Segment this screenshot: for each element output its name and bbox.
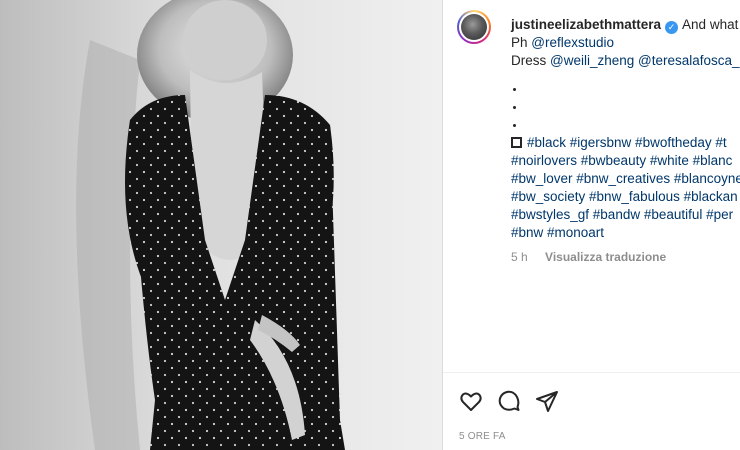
dress-mention-2[interactable]: @teresalafosca_p bbox=[638, 53, 740, 68]
hashtag-line[interactable]: #bwstyles_gf #bandw #beautiful #per bbox=[511, 206, 740, 224]
username-link[interactable]: justineelizabethmattera bbox=[511, 17, 661, 32]
action-bar: 5 ORE FA bbox=[443, 372, 740, 442]
photographer-prefix: Ph bbox=[511, 35, 528, 50]
dress-prefix: Dress bbox=[511, 53, 547, 68]
see-translation-button[interactable]: Visualizza traduzione bbox=[545, 250, 666, 264]
caption-meta: 5 h Visualizza traduzione bbox=[511, 250, 740, 264]
dress-mention-1[interactable]: @weili_zheng bbox=[550, 53, 634, 68]
post-timestamp: 5 ORE FA bbox=[459, 431, 506, 442]
hashtag-line[interactable]: #noirlovers #bwbeauty #white #blanc bbox=[511, 152, 740, 170]
post-photo[interactable] bbox=[0, 0, 442, 450]
post-sidebar: justineelizabethmattera ✓ And what Ph @ref… bbox=[442, 0, 740, 450]
comment-bubble-icon[interactable] bbox=[497, 389, 521, 413]
paper-plane-icon[interactable] bbox=[535, 389, 559, 413]
square-icon bbox=[511, 137, 522, 148]
dot-separator bbox=[511, 116, 740, 134]
time-ago: 5 h bbox=[511, 250, 528, 264]
photo-illustration bbox=[0, 0, 442, 450]
verified-badge-icon: ✓ bbox=[665, 21, 679, 34]
hashtag-line[interactable]: #bw_lover #bnw_creatives #blancoyne bbox=[511, 170, 740, 188]
heart-icon[interactable] bbox=[459, 389, 483, 413]
hashtags[interactable]: #black #igersbnw #bwoftheday #t bbox=[527, 135, 727, 150]
hashtag-line[interactable]: #bw_society #bnw_fabulous #blackan bbox=[511, 188, 740, 206]
post-caption: justineelizabethmattera ✓ And what Ph @ref… bbox=[457, 10, 740, 264]
dot-separator bbox=[511, 98, 740, 116]
caption-start: And what bbox=[682, 17, 739, 32]
caption-first-line: justineelizabethmattera ✓ And what bbox=[511, 16, 740, 34]
dot-separator bbox=[511, 80, 740, 98]
hashtag-line: #black #igersbnw #bwoftheday #t bbox=[511, 134, 740, 152]
photographer-line: Ph @reflexstudio bbox=[511, 34, 740, 52]
dress-line: Dress @weili_zheng @teresalafosca_p bbox=[511, 52, 740, 70]
hashtag-line[interactable]: #bnw #monoart bbox=[511, 224, 740, 242]
photographer-mention[interactable]: @reflexstudio bbox=[531, 35, 614, 50]
profile-avatar[interactable] bbox=[457, 10, 491, 44]
